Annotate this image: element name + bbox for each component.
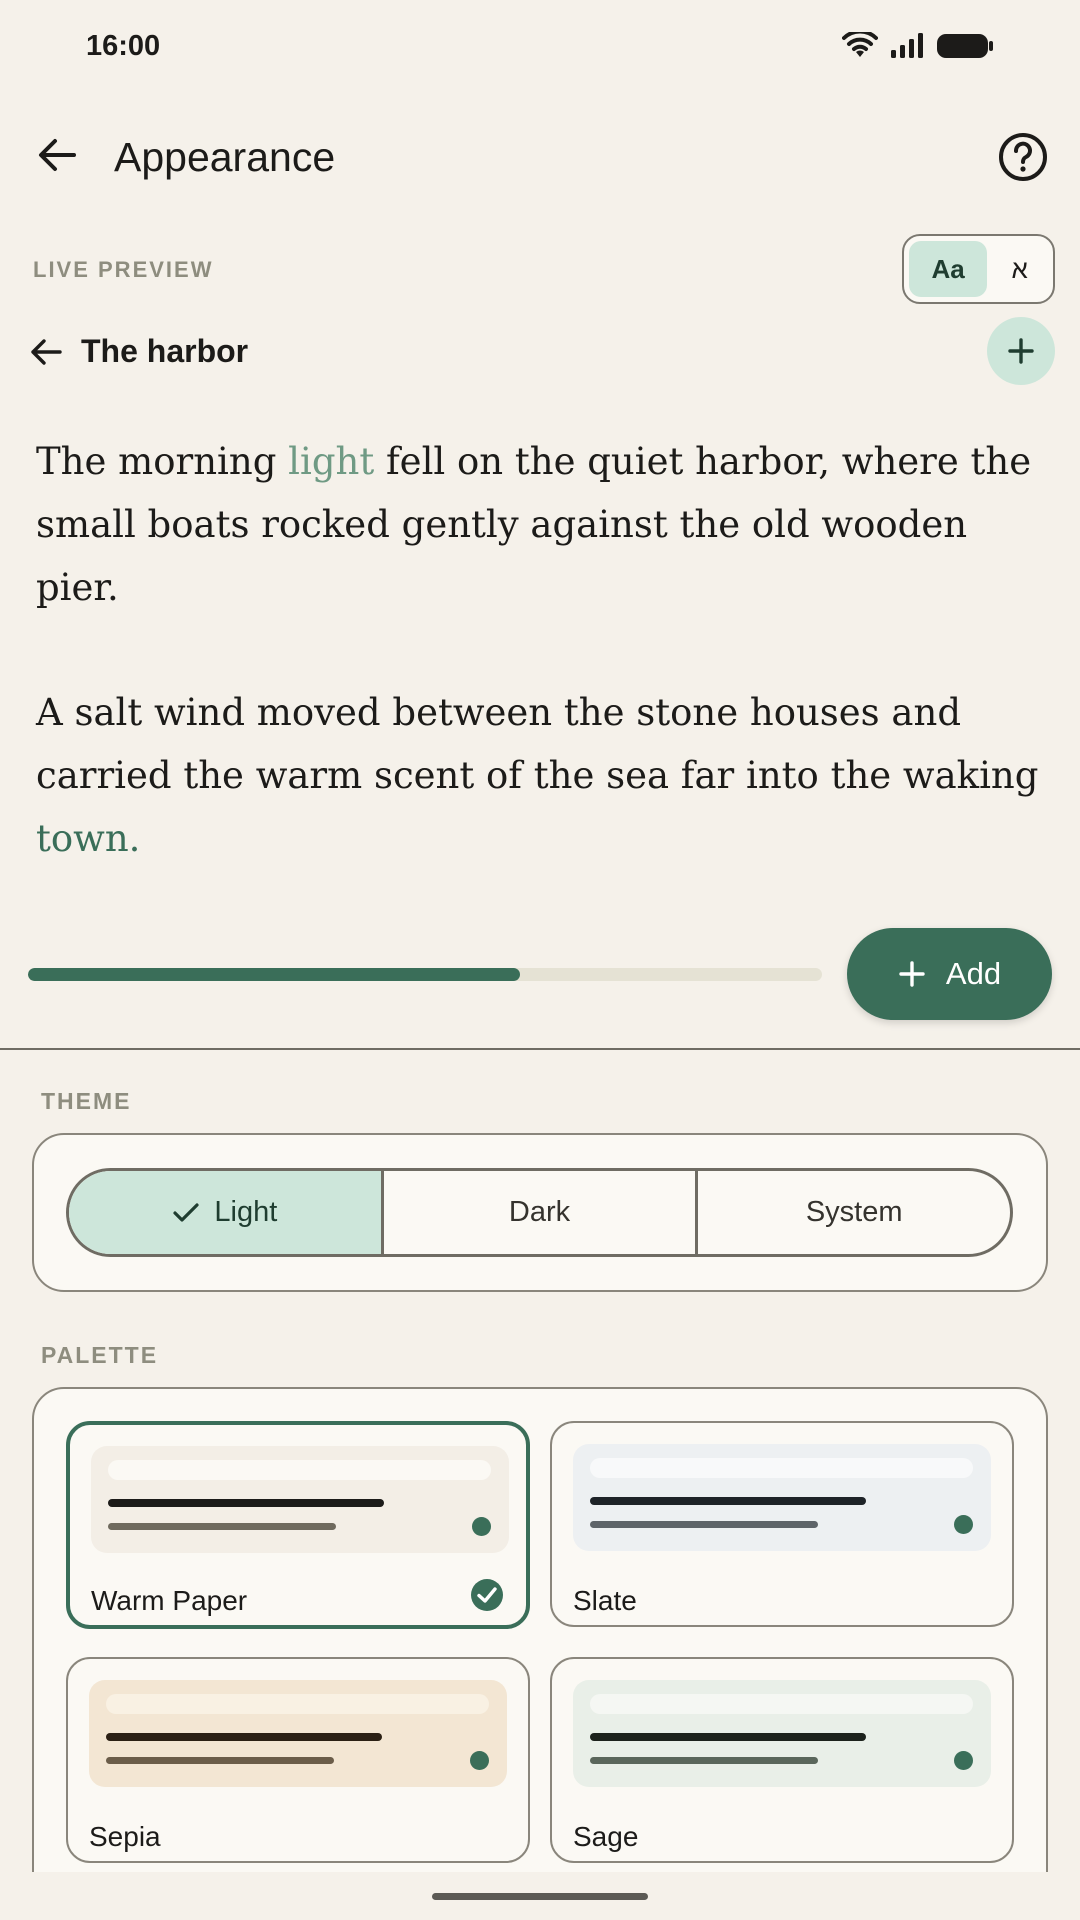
wifi-icon xyxy=(842,32,878,57)
highlighted-word[interactable]: light xyxy=(288,440,374,483)
add-button[interactable]: Add xyxy=(847,928,1052,1020)
plus-icon xyxy=(899,961,925,987)
script-hebrew-option[interactable]: א xyxy=(991,241,1048,297)
page-title: Appearance xyxy=(114,134,336,180)
chapter-title: The harbor xyxy=(81,333,249,369)
home-indicator[interactable] xyxy=(432,1893,648,1900)
theme-option-light[interactable]: Light xyxy=(69,1171,384,1254)
arrow-back-icon xyxy=(31,339,62,365)
palette-option-sepia[interactable]: Sepia xyxy=(66,1657,530,1863)
check-icon xyxy=(173,1202,199,1222)
live-preview-label: LIVE PREVIEW xyxy=(33,257,214,282)
theme-segmented-control: Light Dark System xyxy=(66,1168,1013,1257)
palette-name: Sepia xyxy=(89,1821,161,1852)
add-button-label: Add xyxy=(945,956,1002,991)
chapter-add-button[interactable] xyxy=(987,317,1055,385)
palette-name: Slate xyxy=(573,1585,637,1616)
palette-name: Warm Paper xyxy=(91,1585,248,1616)
plus-icon xyxy=(1008,338,1034,364)
palette-section-label: PALETTE xyxy=(41,1342,159,1368)
battery-icon xyxy=(937,34,993,58)
theme-option-dark[interactable]: Dark xyxy=(384,1171,699,1254)
palette-option-warm-paper[interactable]: Warm Paper xyxy=(66,1421,530,1629)
back-button[interactable] xyxy=(34,132,80,178)
preview-paragraph: A salt wind moved between the stone hous… xyxy=(36,691,1039,860)
theme-section-label: THEME xyxy=(41,1088,132,1114)
arrow-back-icon xyxy=(39,139,76,171)
chapter-back-button[interactable] xyxy=(26,332,66,372)
theme-option-system[interactable]: System xyxy=(698,1171,1010,1254)
check-circle-icon xyxy=(471,1579,503,1611)
status-icons xyxy=(842,32,994,60)
highlighted-word[interactable]: town. xyxy=(36,817,140,860)
help-icon xyxy=(999,133,1047,181)
palette-swatch xyxy=(573,1680,991,1787)
preview-paragraph: The morning light fell on the quiet harb… xyxy=(36,440,1032,609)
script-toggle: Aa א xyxy=(902,234,1055,304)
palette-option-slate[interactable]: Slate xyxy=(550,1421,1014,1627)
palette-swatch xyxy=(91,1446,509,1553)
reading-preview: The morning light fell on the quiet harb… xyxy=(36,430,1046,932)
signal-icon xyxy=(891,33,923,58)
reading-progress-fill xyxy=(28,968,521,981)
palette-option-sage[interactable]: Sage xyxy=(550,1657,1014,1863)
reading-progress-bar xyxy=(28,968,822,981)
help-button[interactable] xyxy=(998,132,1048,182)
palette-swatch xyxy=(573,1444,991,1551)
palette-swatch xyxy=(89,1680,507,1787)
palette-name: Sage xyxy=(573,1821,639,1852)
divider xyxy=(0,1048,1080,1050)
script-latin-option[interactable]: Aa xyxy=(909,241,988,297)
status-time: 16:00 xyxy=(86,30,161,62)
